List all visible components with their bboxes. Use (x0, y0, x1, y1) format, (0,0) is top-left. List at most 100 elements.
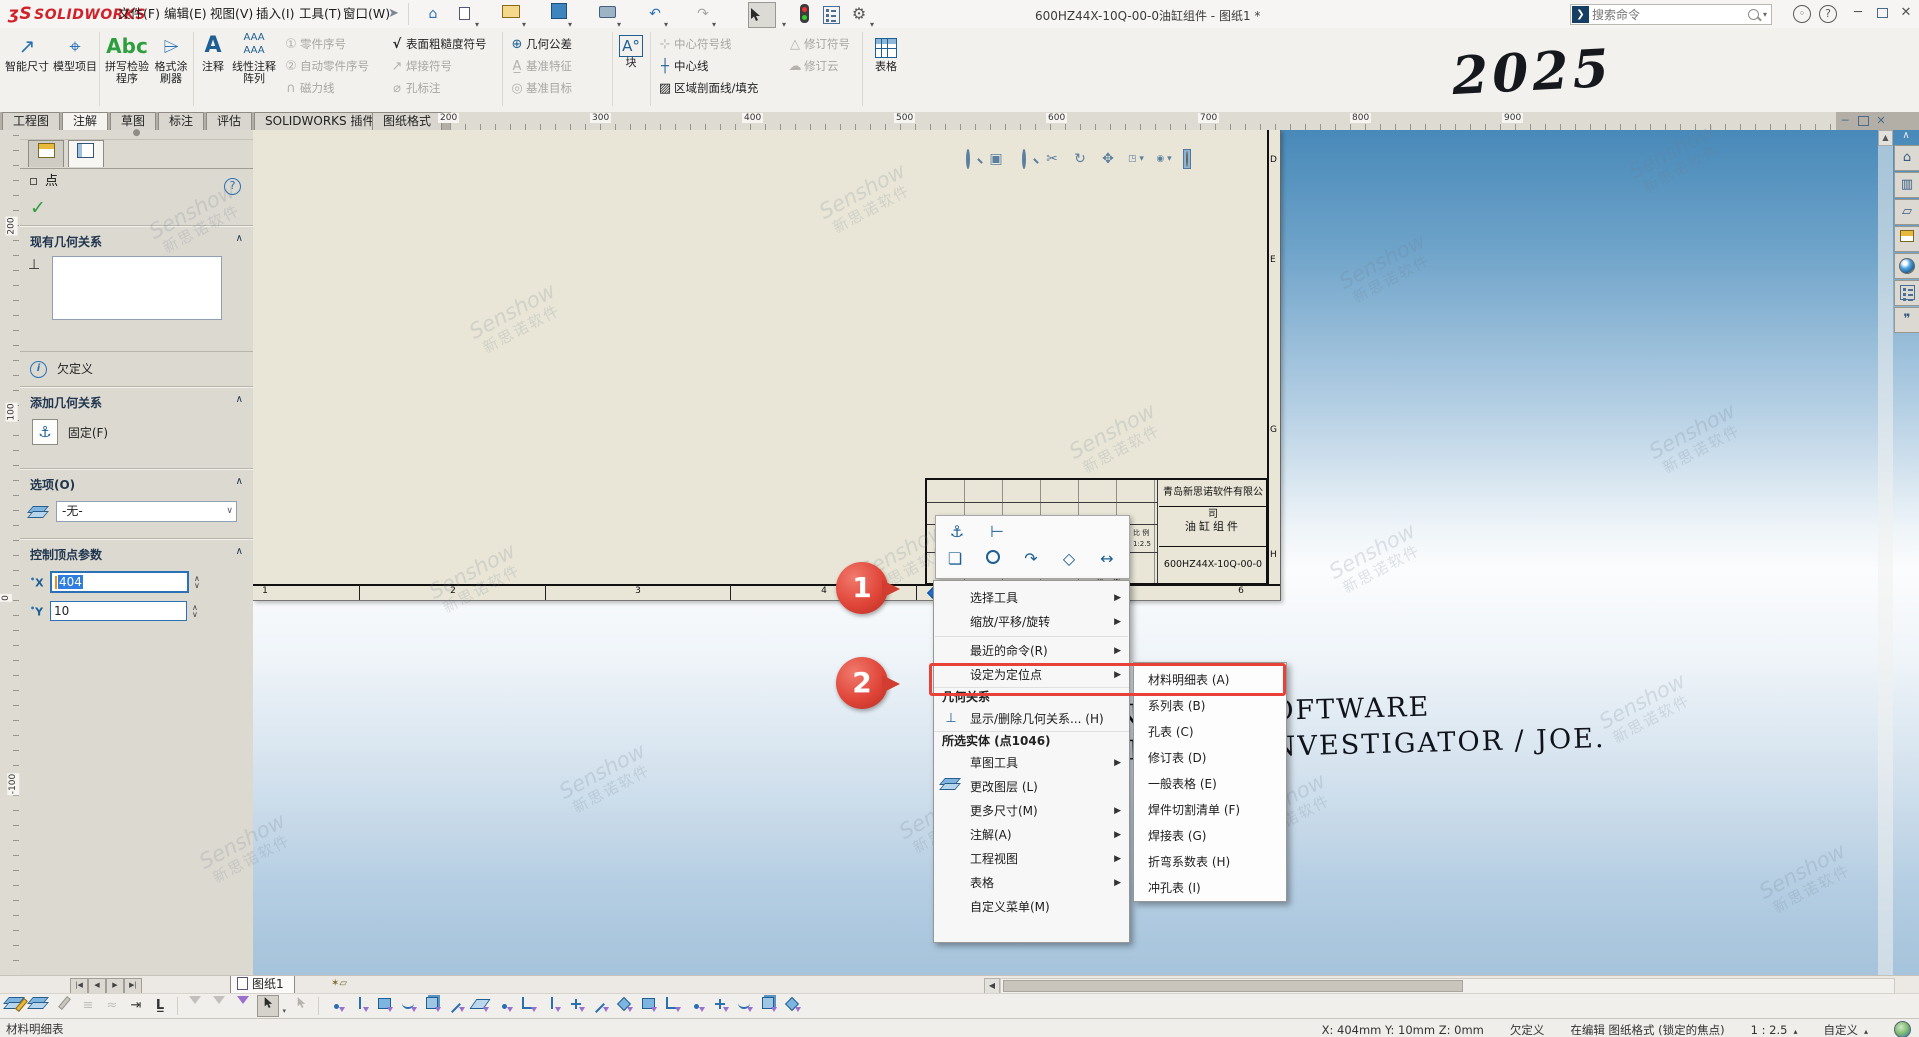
submenu-general-table[interactable]: 一般表格 (E) (1134, 771, 1286, 797)
center-mark-button[interactable]: ⊹中心符号线 (656, 34, 732, 54)
collapse-caret-icon[interactable]: ∧ (236, 476, 243, 487)
note-button[interactable]: A注释 (196, 31, 230, 73)
status-scale[interactable]: 1 : 2.5▴ (1751, 1023, 1798, 1037)
datum-feature-button[interactable]: A̲基准特征 (508, 56, 572, 76)
revision-symbol-button[interactable]: △修订符号 (786, 34, 850, 54)
filter-funnel-disabled2-icon[interactable] (209, 996, 229, 1016)
layer-properties-icon[interactable] (6, 996, 26, 1016)
appearances-icon[interactable] (1894, 253, 1919, 279)
weld-symbol-button[interactable]: ↗焊接符号 (388, 56, 452, 76)
x-spinner[interactable]: ∧∨ (194, 575, 200, 589)
collapse-caret-icon[interactable]: ∧ (236, 394, 243, 405)
filter-planes-icon[interactable] (470, 996, 490, 1016)
menu-display-delete-relations[interactable]: ⊥显示/删除几何关系... (H) (934, 707, 1129, 731)
submenu-weldment-cut-list[interactable]: 焊件切割清单 (F) (1134, 797, 1286, 823)
filter-annotations-icon[interactable] (638, 996, 658, 1016)
menu-customize[interactable]: 自定义菜单(M) (934, 895, 1129, 919)
property-manager-tab[interactable] (68, 140, 104, 167)
layer-list-icon[interactable] (30, 996, 50, 1016)
smart-dimension-button[interactable]: ↗智能尺寸 (2, 31, 52, 73)
redraw-icon[interactable]: ↻ (1071, 150, 1089, 168)
design-library-icon[interactable]: ▥ (1894, 172, 1919, 198)
filter-funnel-disabled-icon[interactable] (185, 996, 205, 1016)
submenu-punch-table[interactable]: 冲孔表 (I) (1134, 875, 1286, 901)
select-tool-button[interactable] (748, 2, 776, 28)
tab-addins[interactable]: SOLIDWORKS 插件 (254, 112, 385, 130)
filter-datums-icon[interactable] (710, 996, 730, 1016)
x-coordinate-input[interactable]: 404 (50, 571, 189, 593)
pan-icon[interactable]: ✥ (1099, 150, 1117, 168)
new-document-button[interactable]: ▾ (455, 3, 477, 25)
open-button[interactable]: ▾ (500, 3, 522, 25)
view-palette-icon[interactable] (1894, 226, 1919, 252)
lasso-select-icon[interactable] (291, 996, 311, 1016)
filter-sketch-points-icon[interactable] (494, 996, 514, 1016)
spin-down-icon[interactable]: ∨ (192, 611, 198, 618)
submenu-bend-table[interactable]: 折弯系数表 (H) (1134, 849, 1286, 875)
y-coordinate-input[interactable]: 10 (50, 601, 187, 621)
search-icon[interactable] (1748, 9, 1759, 20)
help-button[interactable]: ? (1819, 5, 1837, 23)
fix-anchor-icon[interactable]: ⚓ (946, 521, 968, 543)
centerline-button[interactable]: ┼中心线 (656, 56, 709, 76)
zoom-area-icon[interactable]: ▣ (987, 150, 1005, 168)
drawing-viewport[interactable]: 1 2 3 4 6 D E G H 青岛新思诺软件有限公司 油缸组件 600HZ… (253, 130, 1919, 975)
filter-balloons-icon[interactable] (686, 996, 706, 1016)
submenu-revision-table[interactable]: 修订表 (D) (1134, 745, 1286, 771)
auto-balloon-button[interactable]: ②自动零件序号 (282, 56, 369, 76)
tab-sheet-format[interactable]: 图纸格式 (372, 112, 442, 130)
panel-grip[interactable]: ● (20, 130, 253, 140)
prev-sheet-button[interactable]: ◀ (88, 978, 106, 994)
next-sheet-button[interactable]: ▶ (106, 978, 124, 994)
select-tool-icon[interactable]: ▾ (257, 995, 279, 1017)
doc-restore-button[interactable] (1855, 114, 1871, 128)
filter-faces-icon[interactable] (374, 996, 394, 1016)
filter-axes-icon[interactable] (446, 996, 466, 1016)
magnifier-icon[interactable] (982, 548, 1004, 570)
redo-button[interactable]: ↷▾ (692, 3, 714, 25)
menu-select-tools[interactable]: 选择工具▶ (934, 586, 1129, 610)
menu-drawing-views[interactable]: 工程视图▶ (934, 847, 1129, 871)
close-button[interactable]: ✕ (1897, 5, 1915, 20)
restore-button[interactable] (1873, 5, 1891, 20)
filter-center-marks-icon[interactable] (566, 996, 586, 1016)
feature-tree-tab[interactable] (28, 140, 64, 167)
tab-evaluate[interactable]: 评估 (206, 112, 252, 130)
block-button[interactable]: A°块 (616, 31, 646, 69)
collapse-caret-icon[interactable]: ∧ (236, 546, 243, 557)
zoom-fit-icon[interactable] (959, 150, 977, 168)
menu-sketch-tools[interactable]: 草图工具▶ (934, 751, 1129, 775)
relations-listbox[interactable] (52, 256, 222, 320)
filter-dimensions-icon[interactable] (614, 996, 634, 1016)
magnetic-line-button[interactable]: ∩磁力线 (282, 78, 335, 98)
settings-button[interactable]: ⚙▾ (848, 3, 870, 25)
select-dropdown[interactable]: ▾ (776, 3, 798, 25)
linear-note-pattern-button[interactable]: AAAAAA线性注释阵列 (232, 31, 276, 85)
forum-icon[interactable]: ❞ (1894, 307, 1919, 333)
tables-button[interactable]: 表格 (866, 31, 906, 73)
y-spinner[interactable]: ∧∨ (192, 604, 198, 618)
line-color-icon[interactable] (54, 996, 74, 1016)
appearance-button[interactable] (1183, 149, 1191, 169)
command-search[interactable]: ❯ ▾ (1570, 4, 1772, 25)
filter-centerlines-icon[interactable] (590, 996, 610, 1016)
filter-notes-icon[interactable] (662, 996, 682, 1016)
revision-cloud-button[interactable]: ☁修订云 (786, 56, 839, 76)
smart-dimension-icon[interactable]: ⊢ (986, 521, 1008, 543)
vertical-scrollbar[interactable]: ▲ (1878, 130, 1893, 975)
options-list-button[interactable] (820, 3, 842, 25)
menu-recent-commands[interactable]: 最近的命令(R)▶ (934, 639, 1129, 663)
linear-dimension-icon[interactable]: ↔ (1096, 548, 1118, 570)
control-vertex-icon[interactable]: ↷ (1020, 548, 1042, 570)
home-button[interactable]: ⌂ (422, 3, 444, 25)
filter-blocks-icon[interactable] (758, 996, 778, 1016)
area-hatch-button[interactable]: ▨区域剖面线/填充 (656, 78, 758, 98)
rebuild-traffic-light-icon[interactable] (800, 4, 809, 23)
menu-annotations[interactable]: 注解(A)▶ (934, 823, 1129, 847)
spell-checker-button[interactable]: Abc拼写检验程序 (102, 31, 152, 85)
menu-zoom-pan-rotate[interactable]: 缩放/平移/旋转▶ (934, 610, 1129, 634)
chevron-down-icon[interactable]: ▾ (1763, 10, 1767, 19)
pin-menu-icon[interactable]: ➤ (388, 6, 402, 20)
line-thickness-icon[interactable]: ≡ (78, 996, 98, 1016)
tab-annotation[interactable]: 注解 (62, 112, 108, 130)
